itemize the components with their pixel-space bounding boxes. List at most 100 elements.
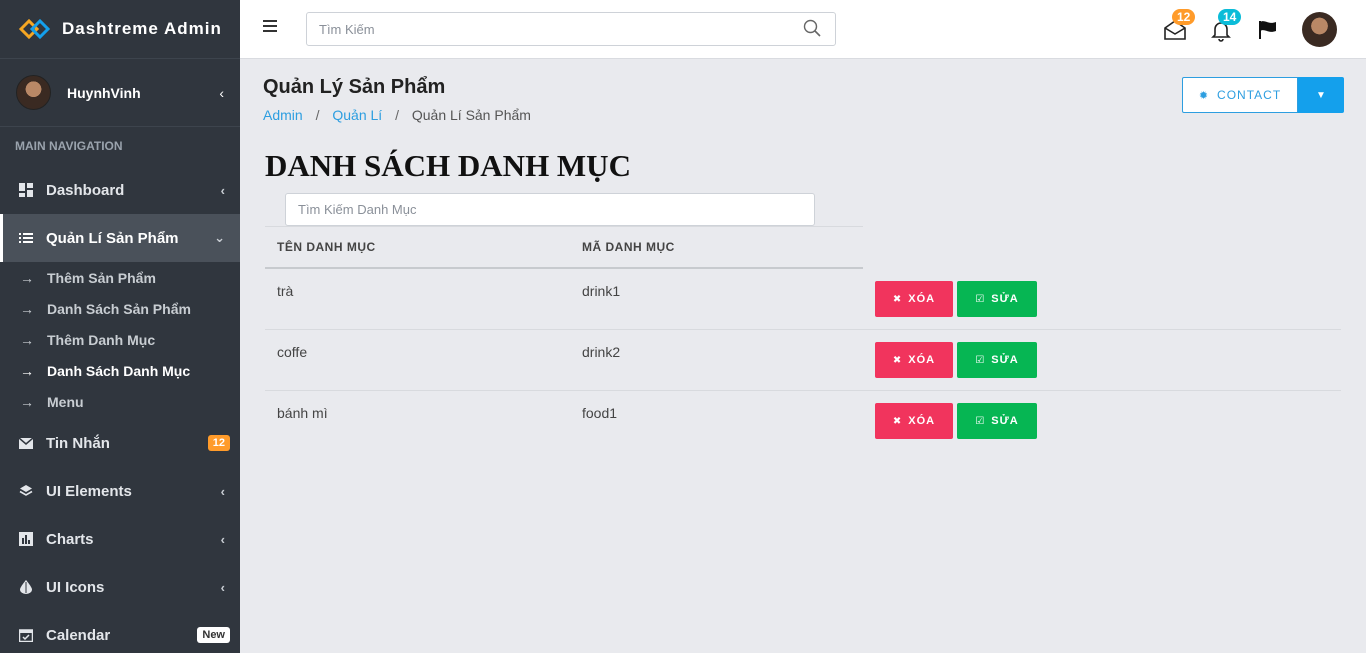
sidebar-item-label: Dashboard [46,181,125,199]
edit-icon: ☑ [975,293,986,305]
delete-label: XÓA [908,415,936,427]
flag-icon[interactable] [1256,18,1280,42]
category-name: coffe [277,344,308,360]
sidebar-item-label: Tin Nhắn [46,434,110,452]
calendar-check-icon [18,627,34,643]
logo-icon [18,18,51,40]
sidebar-item-label: Calendar [46,626,111,644]
category-name: trà [277,283,294,299]
gear-icon: ✹ [1198,89,1210,102]
sidebar-subitem-label: Thêm Sản Phẩm [47,269,156,286]
chevron-left-icon: ‹ [220,483,225,499]
breadcrumb-current: Quản Lí Sản Phẩm [411,107,531,123]
edit-label: SỬA [991,293,1019,305]
sidebar-subitem-label: Danh Sách Danh Mục [47,362,191,379]
breadcrumb-admin[interactable]: Admin [263,107,303,123]
brand[interactable]: Dashtreme Admin [0,0,240,59]
table-divider [265,226,863,227]
calendar-badge: New [197,627,230,643]
list-icon [18,230,34,246]
mail-count-badge: 12 [1172,9,1196,25]
breadcrumb-separator: / [395,107,399,123]
sidebar: Dashtreme Admin HuynhVinh ‹ MAIN NAVIGAT… [0,0,240,653]
breadcrumb-separator: / [315,107,320,123]
sidebar-subitem-menu[interactable]: → Menu [0,386,240,417]
user-panel[interactable]: HuynhVinh ‹ [0,59,240,127]
delete-button[interactable]: ✖ XÓA [875,403,953,439]
sidebar-item-products[interactable]: Quản Lí Sản Phẩm ⌄ [0,214,240,262]
arrow-right-icon: → [20,269,34,286]
sidebar-item-label: Charts [46,530,94,548]
delete-button[interactable]: ✖ XÓA [875,342,953,378]
envelope-icon [18,435,34,451]
table-row: trà drink1 ✖ XÓA ☑ SỬA [265,269,1341,330]
layers-icon [18,483,34,499]
bell-count-badge: 14 [1218,9,1242,25]
column-header-code: MÃ DANH MỤC [582,240,675,254]
table-row: coffe drink2 ✖ XÓA ☑ SỬA [265,330,1341,391]
delete-label: XÓA [908,354,936,366]
messages-badge: 12 [207,435,230,451]
caret-down-icon: ▼ [1316,89,1326,101]
contact-button[interactable]: ✹ CONTACT [1182,77,1298,113]
sidebar-item-messages[interactable]: Tin Nhắn 12 [0,419,240,467]
sidebar-subitem-label: Thêm Danh Mục [47,331,156,348]
list-title: DANH SÁCH DANH MỤC [265,148,631,183]
delete-button[interactable]: ✖ XÓA [875,281,953,317]
hamburger-menu-icon[interactable] [263,20,277,34]
sidebar-item-calendar[interactable]: Calendar New [0,611,240,653]
page-title: Quản Lý Sản Phẩm [263,76,446,98]
edit-icon: ☑ [975,415,986,427]
edit-button[interactable]: ☑ SỬA [957,281,1037,317]
breadcrumb-manage[interactable]: Quản Lí [332,107,382,123]
brand-title: Dashtreme Admin [62,19,222,38]
nav-header: MAIN NAVIGATION [15,139,123,153]
contact-label: CONTACT [1217,88,1282,102]
sidebar-subitem-category-list[interactable]: → Danh Sách Danh Mục [0,355,240,386]
arrow-right-icon: → [20,300,34,317]
sidebar-subitem-label: Menu [47,393,84,410]
avatar [16,75,51,110]
column-header-name: TÊN DANH MỤC [277,240,376,254]
chevron-left-icon: ‹ [220,531,225,547]
edit-label: SỬA [991,354,1019,366]
close-icon: ✖ [892,354,903,366]
close-icon: ✖ [892,415,903,427]
search-input[interactable] [306,12,836,46]
contact-dropdown-button[interactable]: ▼ [1298,77,1344,113]
topbar: 12 14 [240,0,1366,59]
arrow-right-icon: → [20,362,34,379]
sidebar-item-label: UI Elements [46,482,132,500]
contact-button-group: ✹ CONTACT ▼ [1182,77,1344,113]
edit-icon: ☑ [975,354,986,366]
delete-label: XÓA [908,293,936,305]
sidebar-item-dashboard[interactable]: Dashboard ‹ [0,166,240,214]
sidebar-item-ui-elements[interactable]: UI Elements ‹ [0,467,240,515]
tint-icon [18,579,34,595]
chevron-down-icon: ⌄ [214,230,225,245]
sidebar-subitem-add-product[interactable]: → Thêm Sản Phẩm [0,262,240,293]
category-code: food1 [582,405,618,421]
edit-label: SỬA [991,415,1019,427]
edit-button[interactable]: ☑ SỬA [957,342,1037,378]
category-name: bánh mì [277,405,328,421]
category-code: drink2 [582,344,621,360]
sidebar-item-charts[interactable]: Charts ‹ [0,515,240,563]
avatar[interactable] [1302,12,1337,47]
sidebar-item-label: Quản Lí Sản Phẩm [46,229,179,247]
close-icon: ✖ [892,293,903,305]
sidebar-item-label: UI Icons [46,578,105,596]
sidebar-subitem-add-category[interactable]: → Thêm Danh Mục [0,324,240,355]
category-code: drink1 [582,283,621,299]
user-name: HuynhVinh [67,84,141,101]
sidebar-subitem-product-list[interactable]: → Danh Sách Sản Phẩm [0,293,240,324]
arrow-right-icon: → [20,331,34,348]
search-icon[interactable] [803,19,821,37]
sidebar-item-ui-icons[interactable]: UI Icons ‹ [0,563,240,611]
sidebar-subitem-label: Danh Sách Sản Phẩm [47,300,191,317]
edit-button[interactable]: ☑ SỬA [957,403,1037,439]
dashboard-icon [18,182,34,198]
category-search-input[interactable] [285,193,815,226]
table-row: bánh mì food1 ✖ XÓA ☑ SỬA [265,391,1341,452]
chevron-left-icon[interactable]: ‹ [219,85,224,101]
